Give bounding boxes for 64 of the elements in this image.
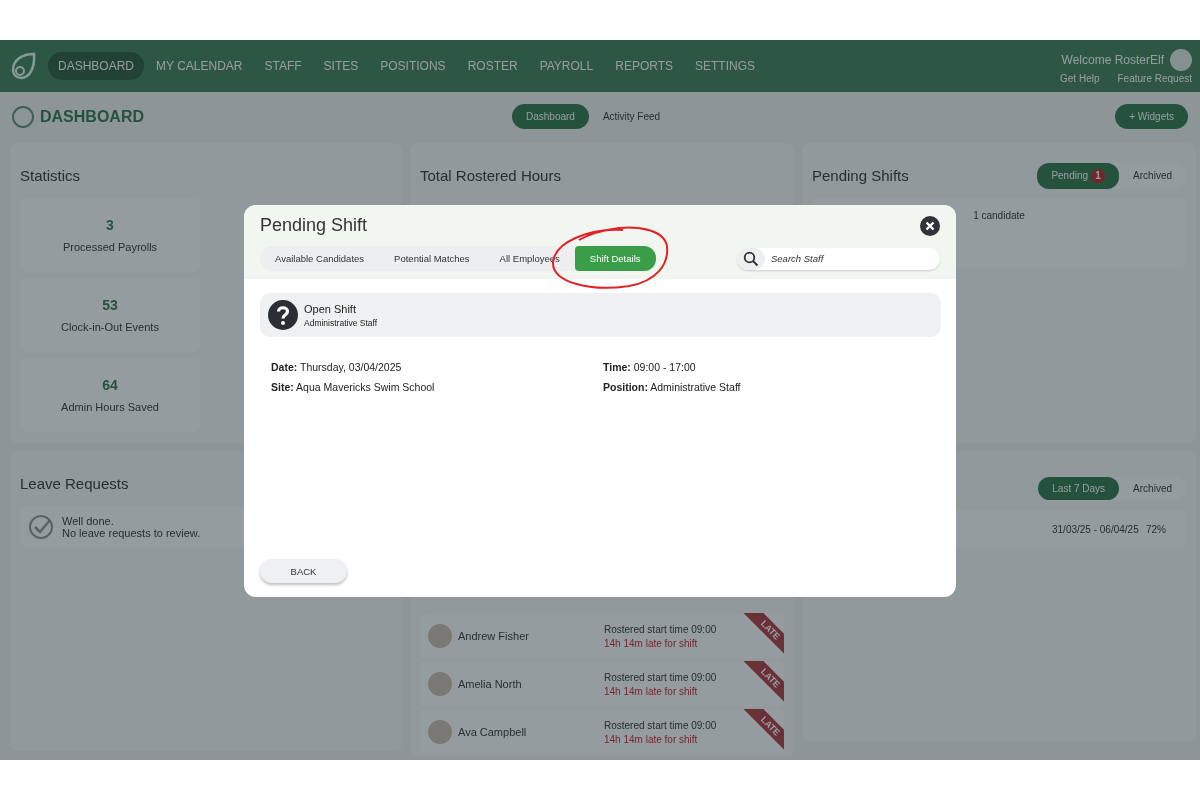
- detail-text: Site: Aqua Mavericks Swim School: [271, 381, 436, 393]
- search-icon: [737, 247, 765, 270]
- nav-item[interactable]: DASHBOARD: [48, 52, 144, 80]
- message-text: No leave requests to review.: [62, 527, 201, 539]
- back-button[interactable]: BACK: [260, 559, 347, 583]
- shift-position: Administrative Staff: [304, 317, 378, 328]
- avatar-placeholder: [428, 672, 452, 696]
- welcome-text: Welcome RosterElf: [1061, 52, 1164, 67]
- dialog-tab[interactable]: Potential Matches: [379, 246, 485, 271]
- detail-text: Position: Administrative Staff: [603, 381, 742, 393]
- staff-name: Andrew Fisher: [458, 630, 530, 642]
- filter-tab[interactable]: Pending 1: [1037, 162, 1120, 189]
- filter-tab[interactable]: Archived: [1119, 477, 1186, 500]
- stat-label: Processed Payrolls: [62, 241, 158, 253]
- rostered-time: Rostered start time 09:00: [604, 719, 717, 731]
- count-badge: 1: [1091, 168, 1106, 183]
- staff-name: Amelia North: [458, 678, 523, 690]
- avatar-placeholder: [428, 720, 452, 744]
- stat-value: 53: [102, 297, 118, 313]
- rostered-time: Rostered start time 09:00: [604, 623, 717, 635]
- nav-item[interactable]: SITES: [313, 52, 369, 80]
- rostered-time: Rostered start time 09:00: [604, 671, 717, 683]
- dialog-title: Pending Shift: [260, 215, 368, 236]
- message-text: Well done.: [62, 515, 115, 527]
- panel-title: Pending Shifts: [812, 167, 909, 184]
- candidate-count: 1 candidate: [973, 210, 1025, 223]
- dialog-tab[interactable]: Shift Details: [574, 246, 656, 271]
- late-text: 14h 14m late for shift: [604, 733, 699, 745]
- nav-item[interactable]: PAYROLL: [529, 52, 604, 80]
- panel-title: Total Rostered Hours: [420, 167, 562, 184]
- percent-text: 72%: [1146, 524, 1166, 535]
- help-link[interactable]: Feature Request: [1117, 72, 1192, 84]
- avatar-placeholder: [428, 624, 452, 648]
- shift-title: Open Shift: [304, 302, 357, 315]
- nav-item[interactable]: STAFF: [254, 52, 312, 80]
- check-circle-icon: [28, 514, 54, 540]
- close-button[interactable]: [920, 215, 940, 236]
- late-text: 14h 14m late for shift: [604, 685, 699, 697]
- panel-title: Statistics: [20, 167, 81, 184]
- period-text: 31/03/25 - 06/04/25: [1052, 524, 1139, 535]
- nav-item[interactable]: ROSTER: [457, 52, 528, 80]
- stat-label: Admin Hours Saved: [61, 401, 159, 413]
- detail-text: Time: 09:00 - 17:00: [603, 361, 697, 373]
- stat-value: 3: [106, 217, 114, 233]
- question-mark-icon: [268, 300, 298, 330]
- nav-item[interactable]: SETTINGS: [685, 52, 766, 80]
- stat-label: Clock-in-Out Events: [61, 321, 159, 333]
- view-tab[interactable]: Activity Feed: [588, 104, 675, 129]
- view-tab[interactable]: Dashboard: [512, 104, 589, 129]
- filter-tab[interactable]: Archived: [1119, 162, 1186, 189]
- nav-item[interactable]: REPORTS: [605, 52, 683, 80]
- user-avatar-icon[interactable]: [1170, 48, 1192, 71]
- detail-text: Date: Thursday, 03/04/2025: [271, 361, 403, 373]
- nav-item[interactable]: POSITIONS: [370, 52, 456, 80]
- panel-title: Leave Requests: [20, 475, 130, 492]
- nav-item[interactable]: MY CALENDAR: [146, 52, 253, 80]
- staff-name: Ava Campbell: [458, 726, 528, 738]
- filter-tab[interactable]: Last 7 Days: [1038, 477, 1120, 500]
- dialog-tab[interactable]: Available Candidates: [260, 246, 380, 271]
- page-title: DASHBOARD: [40, 107, 144, 126]
- help-link[interactable]: Get Help: [1060, 72, 1100, 84]
- add-widgets-button[interactable]: + Widgets: [1115, 104, 1188, 129]
- late-text: 14h 14m late for shift: [604, 637, 699, 649]
- stat-value: 64: [102, 377, 118, 393]
